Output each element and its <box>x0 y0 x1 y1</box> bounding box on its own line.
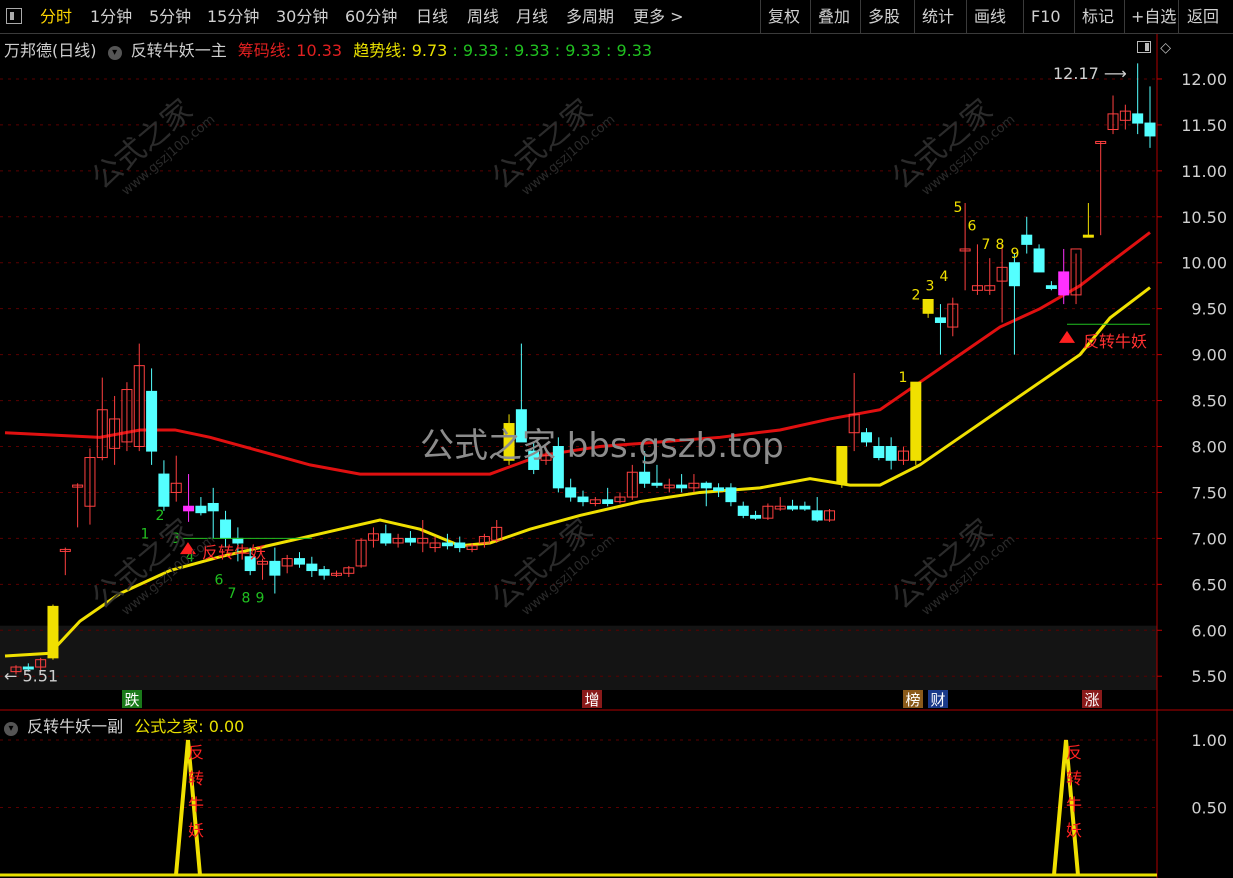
count-label-green: 9 <box>256 591 265 607</box>
sub-y-tick-label: 1.00 <box>1191 731 1227 750</box>
y-tick-label: 6.00 <box>1191 621 1227 640</box>
count-label-yellow: 6 <box>968 219 977 235</box>
y-tick-label: 7.00 <box>1191 529 1227 548</box>
candle-body <box>318 569 330 576</box>
y-tick-label: 8.00 <box>1191 438 1227 457</box>
candle-body <box>836 446 848 484</box>
candle-body <box>873 446 885 459</box>
event-tag: 涨 <box>1084 691 1099 709</box>
signal-label: 反转牛妖 <box>1083 332 1147 351</box>
candle-body <box>195 505 207 514</box>
candle-body <box>934 317 946 323</box>
candle-body <box>1058 271 1070 296</box>
y-tick-label: 6.50 <box>1191 575 1227 594</box>
candle-body <box>565 487 577 498</box>
sub-signal-char: 转 <box>1066 769 1082 788</box>
candle-body <box>750 514 762 519</box>
candle-body <box>713 487 725 492</box>
candle-body <box>639 471 651 484</box>
sub-signal-char: 妖 <box>1066 821 1082 840</box>
candle-body <box>577 496 589 503</box>
candle-body <box>811 510 823 521</box>
count-label-green: 8 <box>242 591 251 607</box>
count-label-yellow: 4 <box>940 269 949 285</box>
shaded-band <box>0 625 1157 690</box>
candle-body <box>1021 234 1033 245</box>
count-label-yellow: 5 <box>954 200 963 216</box>
count-label-green: 7 <box>228 586 237 602</box>
signal-triangle <box>1059 330 1075 343</box>
candle-body <box>207 502 219 512</box>
candle-body <box>910 381 922 461</box>
event-tag: 榜 <box>905 691 920 709</box>
event-tag: 财 <box>930 691 945 709</box>
candle-body <box>269 560 281 576</box>
event-tag: 增 <box>584 691 599 709</box>
candle-body <box>1033 248 1045 273</box>
y-tick-label: 8.50 <box>1191 392 1227 411</box>
candle-body <box>220 519 232 539</box>
y-tick-label: 11.00 <box>1181 162 1227 181</box>
count-label-yellow: 9 <box>1011 246 1020 262</box>
candle-body <box>861 432 872 443</box>
y-tick-label: 11.50 <box>1181 116 1227 135</box>
sub-signal-char: 牛 <box>188 795 204 814</box>
candle-body <box>737 505 749 516</box>
candle-body <box>676 484 688 489</box>
count-label-yellow: 3 <box>926 278 935 294</box>
candle-body <box>158 473 170 507</box>
sub-signal-char: 妖 <box>188 821 204 840</box>
sub-y-tick-label: 0.50 <box>1191 799 1227 818</box>
y-tick-label: 10.00 <box>1181 254 1227 273</box>
candle-body <box>787 505 799 510</box>
sub-signal-char: 转 <box>188 769 204 788</box>
candle-body <box>454 542 466 549</box>
center-watermark: 公式之家 bbs.gszb.top <box>420 426 784 466</box>
y-tick-label: 7.50 <box>1191 483 1227 502</box>
candle-body <box>651 482 663 486</box>
event-tag: 跌 <box>124 691 139 709</box>
candle-body <box>1144 122 1156 137</box>
y-tick-label: 12.00 <box>1181 70 1227 89</box>
y-tick-label: 5.50 <box>1191 667 1227 686</box>
count-label-yellow: 2 <box>912 287 921 303</box>
candle-body <box>146 390 158 452</box>
candle-body <box>441 542 453 547</box>
candle-body <box>799 505 811 510</box>
candle-body <box>380 533 392 544</box>
candle-body <box>602 499 614 504</box>
count-label-yellow: 8 <box>996 237 1005 253</box>
high-price-marker: 12.17 ⟶ <box>1053 64 1127 83</box>
sub-signal-char: 牛 <box>1066 795 1082 814</box>
y-tick-label: 9.00 <box>1191 346 1227 365</box>
sub-signal-char: 反 <box>1066 743 1082 762</box>
candle-body <box>725 487 737 503</box>
candle-body <box>1045 285 1057 289</box>
count-label-green: 6 <box>215 572 224 588</box>
candle-body <box>404 537 416 543</box>
candle-body <box>294 558 305 565</box>
sub-signal-char: 反 <box>188 743 204 762</box>
candle-body <box>306 563 318 572</box>
y-tick-label: 9.50 <box>1191 300 1227 319</box>
candle-body <box>1132 113 1144 124</box>
candle-body <box>922 298 934 314</box>
count-label-yellow: 7 <box>982 237 991 253</box>
count-label-yellow: 1 <box>899 370 908 386</box>
candle-body <box>47 605 59 659</box>
candle-body <box>700 482 712 489</box>
candle-body <box>183 505 195 512</box>
candle-body <box>1082 234 1094 238</box>
candle-body <box>1008 262 1020 287</box>
low-price-marker: ← 5.51 <box>4 666 58 685</box>
y-tick-label: 10.50 <box>1181 208 1227 227</box>
candle-body <box>885 446 897 461</box>
